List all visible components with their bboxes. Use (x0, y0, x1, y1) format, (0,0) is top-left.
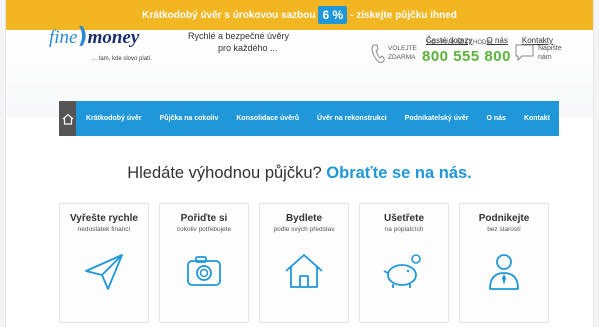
logo-fine: fine (49, 27, 78, 48)
card-title: Podnikejte (478, 213, 530, 224)
logo-paren: ) (77, 24, 88, 49)
home-icon (62, 113, 73, 125)
nav-item-renovation-loan[interactable]: Úvěr na rekonstrukci (308, 115, 396, 122)
nav-item-short-term-loan[interactable]: Krátkodobý úvěr (76, 115, 151, 122)
promo-text-before: Krátkodobý úvěr s úrokovou sazbou (142, 9, 316, 21)
nav-item-business-loan[interactable]: Podnikatelský úvěr (396, 115, 478, 122)
write-us-line1: Napište (538, 45, 562, 52)
headline-text: Hledáte výhodnou půjčku? (127, 164, 322, 182)
write-us-line2: nám (538, 54, 552, 61)
tagline-line2: pro každého ... (218, 43, 278, 53)
feature-card-save[interactable]: Ušetřete na poplatcích (359, 203, 449, 323)
office-hours: PO - PÁ 9 AŽ 17 HODIN (427, 40, 493, 46)
feature-card-business[interactable]: Podnikejte bez starostí (459, 203, 549, 323)
businessman-icon (489, 254, 519, 290)
nav-item-contact[interactable]: Kontakt (515, 115, 559, 122)
headline-accent: Obraťte se na nás. (326, 164, 472, 182)
main-nav: Krátkodobý úvěr Půjčka na cokoliv Konsol… (59, 101, 559, 136)
card-subtitle: na poplatcích (384, 226, 424, 233)
call-free-label: VOLEJTE ZDARMA (388, 44, 417, 62)
feature-card-buy[interactable]: Pořiďte si cokoliv potřebujete (159, 203, 249, 323)
piggy-bank-icon (383, 254, 421, 288)
card-title: Ušetřete (383, 213, 425, 224)
nav-item-about[interactable]: O nás (477, 115, 514, 122)
promo-text-after: - získejte půjčku ihned (350, 9, 457, 21)
card-subtitle: nedostatek financí (77, 226, 131, 233)
logo-slogan: ... tam, kde slovo platí. (92, 56, 153, 62)
logo-money: money (87, 27, 140, 48)
tagline-line1: Rychlé a bezpečné úvěry (188, 31, 290, 41)
nav-home-button[interactable] (59, 101, 76, 136)
camera-icon (187, 256, 221, 286)
feature-cards: Vyřešte rychle nedostatek financí Pořiďt… (59, 203, 549, 323)
phone-icon (371, 44, 385, 63)
chat-bubble-icon[interactable] (515, 44, 534, 61)
phone-number[interactable]: 800 555 800 (422, 48, 511, 65)
card-subtitle: bez starostí (487, 226, 521, 233)
write-us-label[interactable]: Napište nám (538, 44, 562, 62)
card-title: Bydlete (285, 213, 323, 224)
house-icon (285, 254, 323, 288)
card-title: Vyřešte rychle (69, 213, 138, 224)
card-subtitle: podle svých představ (273, 226, 335, 233)
card-subtitle: cokoliv potřebujete (176, 226, 232, 233)
tagline: Rychlé a bezpečné úvěry pro každého ... (188, 30, 289, 54)
page-headline: Hledáte výhodnou půjčku? Obraťte se na n… (0, 164, 599, 183)
nav-item-consolidation[interactable]: Konsolidace úvěrů (227, 115, 308, 122)
call-free-line1: VOLEJTE (388, 45, 417, 52)
feature-card-housing[interactable]: Bydlete podle svých představ (259, 203, 349, 323)
call-free-line2: ZDARMA (388, 54, 416, 61)
promo-rate-badge: 6 % (318, 6, 348, 24)
feature-card-quick[interactable]: Vyřešte rychle nedostatek financí (59, 203, 149, 323)
paper-plane-icon (85, 254, 123, 290)
nav-item-loan-anything[interactable]: Půjčka na cokoliv (151, 115, 228, 122)
card-title: Pořiďte si (180, 213, 228, 224)
